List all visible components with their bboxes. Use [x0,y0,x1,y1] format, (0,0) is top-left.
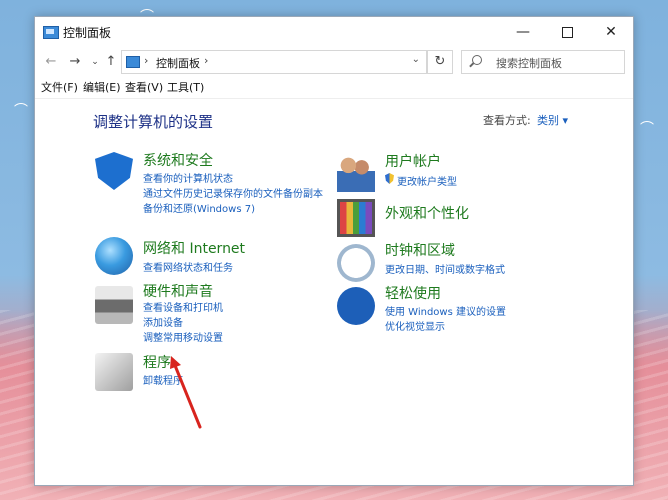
address-row: ← → ⌄ ↑ › 控制面板 › ⌄ ↻ 搜索控制面板 [35,48,633,76]
category-system-security[interactable]: 系统和安全 [143,150,213,170]
category-ease-of-access[interactable]: 轻松使用 [385,283,441,303]
page-heading: 调整计算机的设置 [93,113,214,131]
link-change-account-type[interactable]: 更改帐户类型 [397,173,457,188]
bird-decoration: ⌒ [640,121,654,137]
back-button[interactable]: ← [41,52,61,72]
address-bar[interactable]: › 控制面板 › ⌄ [121,50,427,74]
forward-button[interactable]: → [65,52,85,72]
control-panel-window: 控制面板 — ✕ ← → ⌄ ↑ › 控制面板 › ⌄ ↻ 搜索控制面板 文件(… [34,16,634,486]
link-add-device[interactable]: 添加设备 [143,314,183,329]
window-title: 控制面板 [63,26,112,40]
bird-decoration: ⌒ [14,103,28,119]
view-by-dropdown[interactable]: 类别 ▾ [537,112,568,128]
link-file-history[interactable]: 通过文件历史记录保存你的文件备份副本 [143,185,323,200]
search-input[interactable]: 搜索控制面板 [461,50,625,74]
minimize-button[interactable]: — [501,17,545,47]
breadcrumb-control-panel[interactable]: 控制面板 [156,55,200,71]
menu-edit[interactable]: 编辑(E) [83,79,121,95]
content-area: 调整计算机的设置 查看方式: 类别 ▾ 系统和安全 查看你的计算机状态 通过文件… [35,98,633,485]
clock-globe-icon[interactable] [337,244,375,282]
breadcrumb-separator: › [144,54,149,67]
category-network-internet[interactable]: 网络和 Internet [143,238,245,258]
link-devices-printers[interactable]: 查看设备和打印机 [143,299,223,314]
annotation-arrow [170,356,202,429]
link-mobility-settings[interactable]: 调整常用移动设置 [143,329,223,344]
printer-icon[interactable] [95,286,133,324]
link-windows-suggested-settings[interactable]: 使用 Windows 建议的设置 [385,303,506,318]
refresh-button[interactable]: ↻ [427,50,453,74]
close-button[interactable]: ✕ [589,17,633,47]
network-globe-icon[interactable] [95,237,133,275]
view-by-label: 查看方式: [483,114,531,127]
search-placeholder: 搜索控制面板 [496,57,562,70]
menu-bar: 文件(F) 编辑(E) 查看(V) 工具(T) [35,77,633,97]
address-dropdown-button[interactable]: ⌄ [412,54,420,65]
menu-view[interactable]: 查看(V) [125,79,163,95]
monitor-icon[interactable] [337,199,375,237]
category-appearance-personalization[interactable]: 外观和个性化 [385,203,469,223]
category-user-accounts[interactable]: 用户帐户 [385,151,441,171]
category-hardware-sound[interactable]: 硬件和声音 [143,281,213,301]
link-date-time-format[interactable]: 更改日期、时间或数字格式 [385,261,505,276]
shield-icon[interactable] [95,152,133,190]
users-icon[interactable] [337,154,375,192]
menu-tools[interactable]: 工具(T) [167,79,204,95]
link-optimize-visual-display[interactable]: 优化视觉显示 [385,318,445,333]
menu-file[interactable]: 文件(F) [41,79,78,95]
control-panel-icon [126,56,140,68]
category-programs[interactable]: 程序 [143,352,171,372]
breadcrumb-separator[interactable]: › [204,54,208,67]
link-view-computer-status[interactable]: 查看你的计算机状态 [143,170,233,185]
maximize-button[interactable] [545,17,589,47]
uac-shield-icon [385,173,394,184]
ease-of-access-icon[interactable] [337,287,375,325]
maximize-icon [561,26,573,38]
category-clock-region[interactable]: 时钟和区域 [385,240,455,260]
search-icon [472,55,482,65]
title-bar[interactable]: 控制面板 — ✕ [35,17,633,47]
up-button[interactable]: ↑ [101,52,121,72]
programs-box-icon[interactable] [95,353,133,391]
link-network-status[interactable]: 查看网络状态和任务 [143,259,233,274]
control-panel-icon [43,26,59,39]
link-backup-restore[interactable]: 备份和还原(Windows 7) [143,200,255,215]
